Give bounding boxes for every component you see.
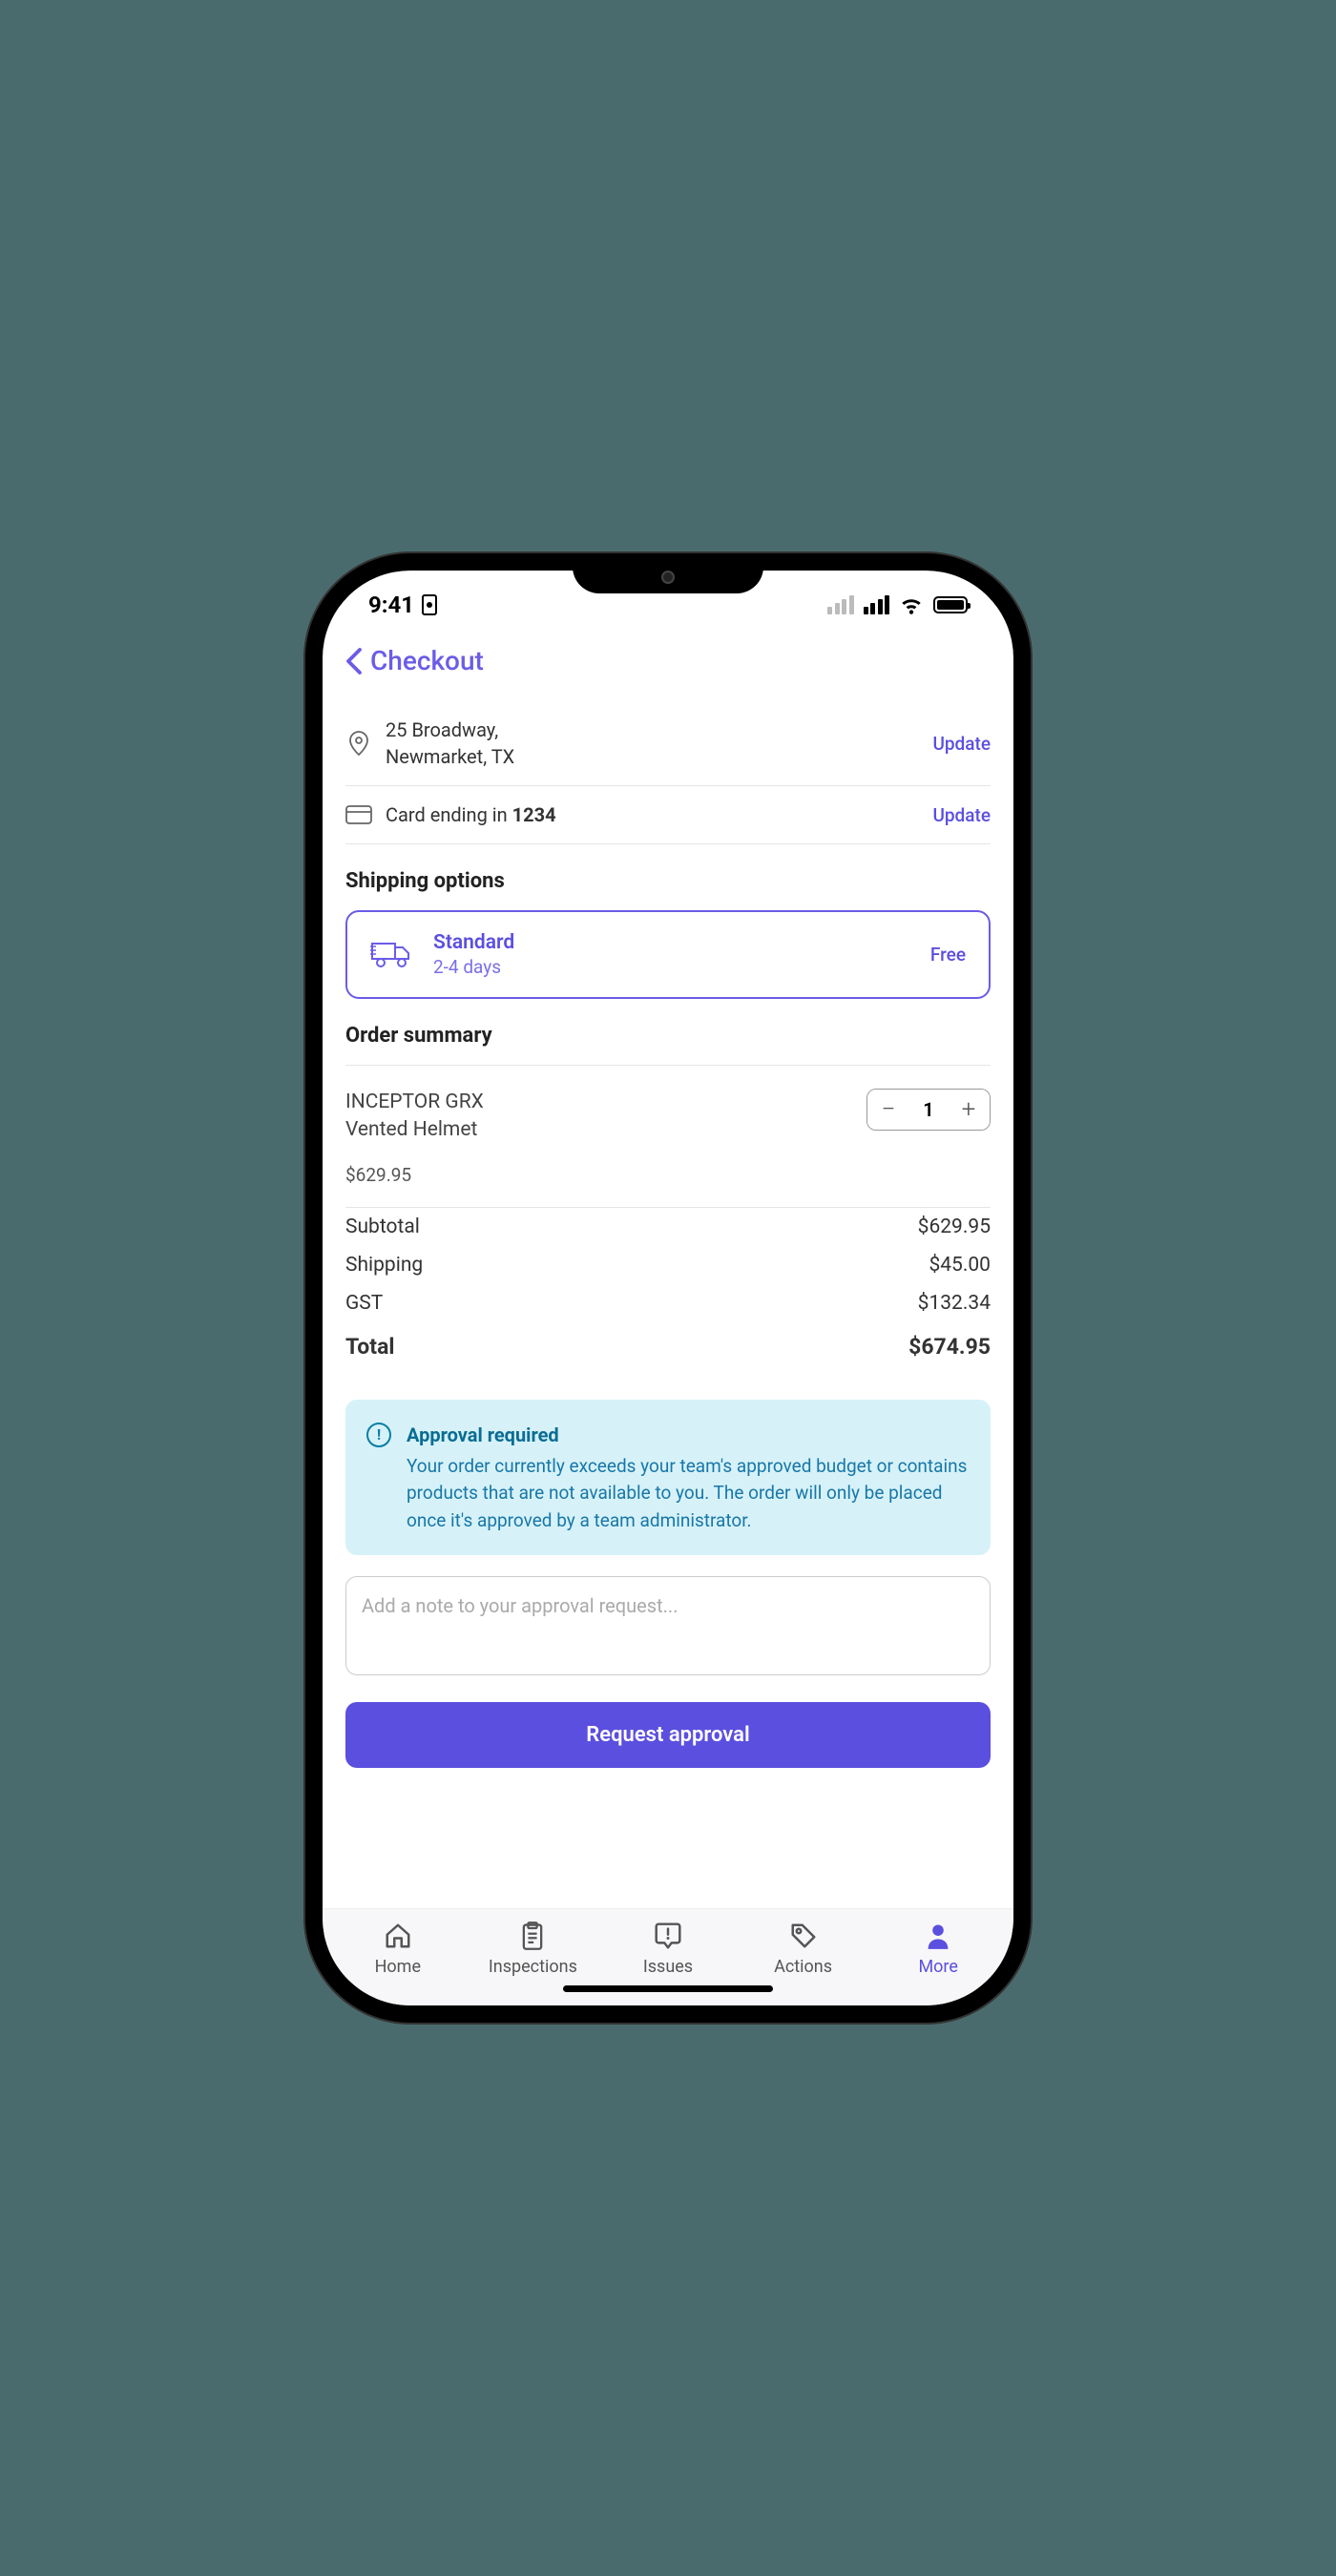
approval-text: Approval required Your order currently e… [407,1421,970,1535]
phone-frame: 9:41 Checkout [305,553,1031,2023]
phone-screen: 9:41 Checkout [323,571,1013,2005]
tab-inspections[interactable]: Inspections [466,1921,601,1977]
payment-row: Card ending in 1234 Update [345,786,991,844]
gst-label: GST [345,1292,383,1315]
qty-decrement-button[interactable]: − [867,1090,909,1130]
device-camera [661,571,675,584]
summary-gst: GST $132.34 [345,1284,991,1322]
tab-inspections-label: Inspections [489,1957,577,1977]
request-approval-button[interactable]: Request approval [345,1702,991,1768]
back-chevron-icon[interactable] [345,647,363,675]
signal-icon [864,595,890,614]
subtotal-value: $629.95 [918,1215,991,1238]
approval-title: Approval required [407,1421,970,1449]
approval-banner: ! Approval required Your order currently… [345,1400,991,1556]
quantity-stepper: − 1 + [866,1089,991,1131]
summary-shipping: Shipping $45.00 [345,1246,991,1284]
shipping-option-card[interactable]: Standard 2-4 days Free [345,910,991,999]
shipping-duration: 2-4 days [433,956,909,978]
approval-note-input[interactable] [345,1576,991,1675]
tag-icon [788,1921,819,1951]
update-payment-link[interactable]: Update [932,804,991,826]
sim-icon [422,594,437,615]
home-indicator[interactable] [563,1985,773,1992]
wifi-icon [899,595,924,614]
tab-issues[interactable]: Issues [600,1921,736,1977]
gst-value: $132.34 [918,1292,991,1315]
status-time: 9:41 [368,592,414,618]
total-value: $674.95 [908,1334,991,1360]
shipping-info: Standard 2-4 days [433,931,909,978]
shipping-price: Free [930,944,966,966]
battery-icon [933,596,968,613]
shipping-value: $45.00 [929,1254,991,1277]
tab-actions-label: Actions [774,1957,832,1977]
item-name: INCEPTOR GRX Vented Helmet [345,1089,484,1145]
person-icon [923,1921,953,1951]
payment-text: Card ending in 1234 [386,801,919,828]
summary-total: Total $674.95 [345,1326,991,1367]
order-item-row: INCEPTOR GRX Vented Helmet − 1 + [345,1065,991,1154]
status-right [827,595,968,614]
signal-secondary-icon [827,595,854,614]
address-row: 25 Broadway, Newmarket, TX Update [345,701,991,786]
total-label: Total [345,1334,394,1360]
item-line1: INCEPTOR GRX [345,1089,484,1116]
nav-header: Checkout [345,628,991,701]
location-pin-icon [345,730,372,757]
address-line1: 25 Broadway, [386,717,919,743]
tab-home-label: Home [375,1957,421,1977]
tab-issues-label: Issues [643,1957,693,1977]
item-price: $629.95 [345,1154,991,1208]
qty-value: 1 [909,1098,948,1121]
clipboard-icon [517,1921,548,1951]
payment-last4: 1234 [512,803,556,826]
subtotal-label: Subtotal [345,1215,420,1238]
page-title[interactable]: Checkout [370,645,484,676]
alert-badge-icon [653,1921,683,1951]
tab-more-label: More [918,1957,957,1977]
home-icon [383,1921,413,1951]
tab-more[interactable]: More [870,1921,1006,1977]
tab-actions[interactable]: Actions [736,1921,871,1977]
address-text: 25 Broadway, Newmarket, TX [386,717,919,770]
truck-icon [370,938,412,972]
summary-subtotal: Subtotal $629.95 [345,1208,991,1246]
qty-increment-button[interactable]: + [948,1090,990,1130]
tab-home[interactable]: Home [330,1921,466,1977]
payment-prefix: Card ending in [386,803,512,826]
order-heading: Order summary [345,1024,991,1048]
update-address-link[interactable]: Update [932,733,991,755]
address-line2: Newmarket, TX [386,743,919,770]
status-left: 9:41 [368,592,437,618]
shipping-heading: Shipping options [345,869,991,893]
shipping-name: Standard [433,931,909,954]
item-line2: Vented Helmet [345,1116,484,1144]
shipping-label: Shipping [345,1254,423,1277]
info-circle-icon: ! [366,1423,391,1447]
card-icon [345,801,372,828]
approval-body: Your order currently exceeds your team's… [407,1455,967,1531]
